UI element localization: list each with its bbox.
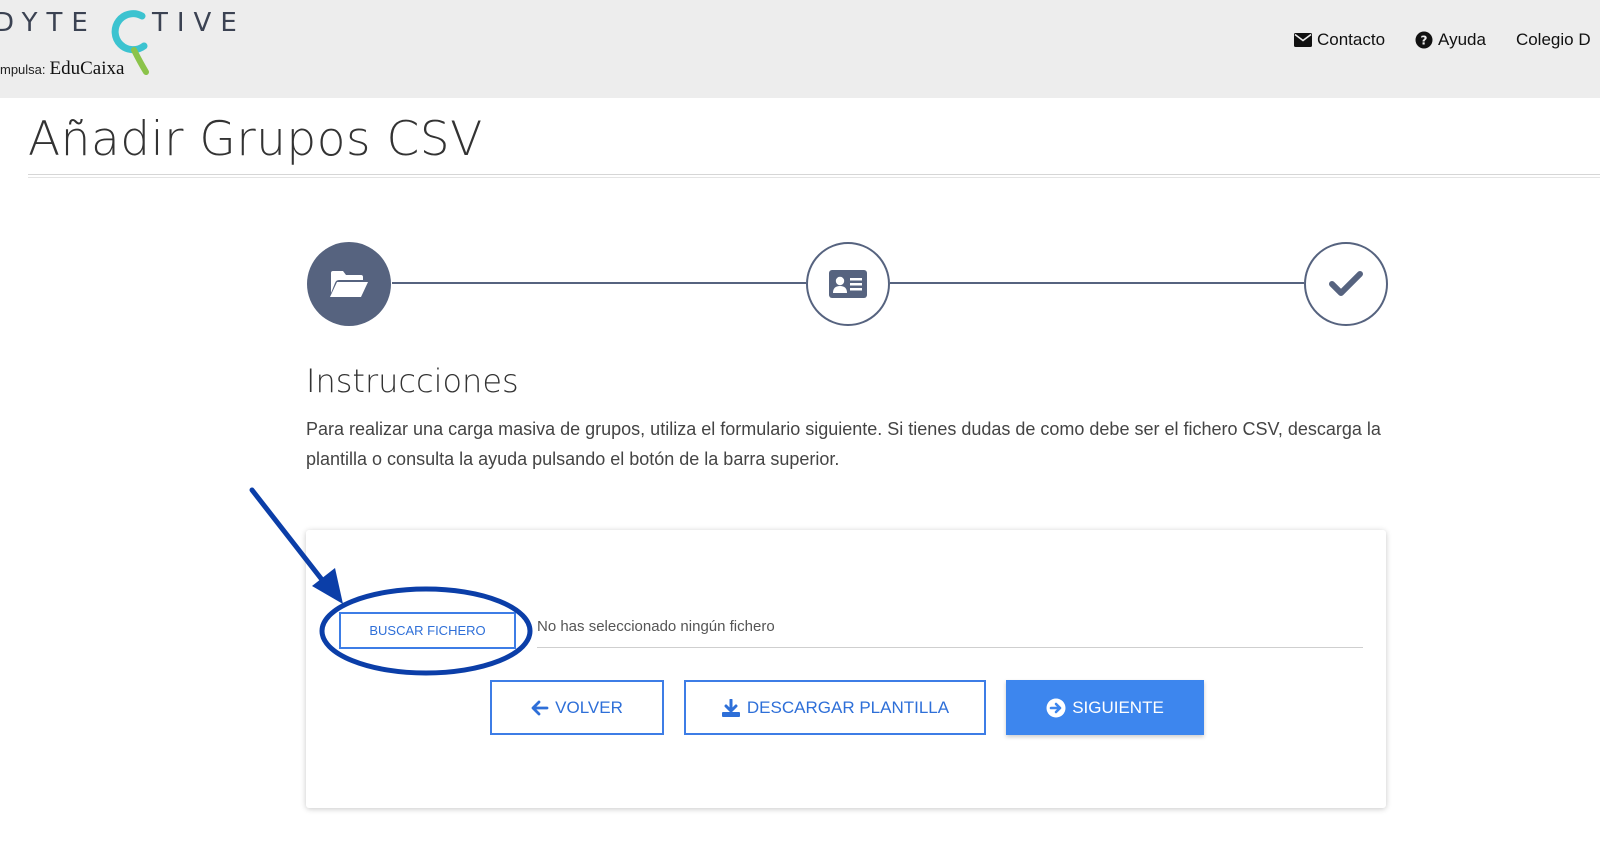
download-template-button[interactable]: DESCARGAR PLANTILLA [684, 680, 986, 735]
top-nav: Contacto ? Ayuda Colegio D [1294, 30, 1600, 50]
question-circle-icon: ? [1415, 31, 1433, 49]
id-card-icon [829, 270, 867, 298]
arrow-left-icon [531, 700, 549, 715]
nav-colegio[interactable]: Colegio D [1516, 30, 1591, 50]
instructions-title: Instrucciones [306, 362, 519, 400]
nav-ayuda[interactable]: ? Ayuda [1415, 30, 1486, 50]
stepper-line-2 [890, 282, 1304, 284]
title-divider [28, 174, 1600, 178]
svg-text:?: ? [1421, 34, 1428, 48]
logo-sponsor-brand: EduCaixa [49, 58, 125, 79]
upload-card [306, 530, 1386, 808]
nav-contacto[interactable]: Contacto [1294, 30, 1385, 50]
nav-colegio-label: Colegio D [1515, 30, 1591, 49]
download-icon [721, 698, 740, 717]
folder-open-icon [330, 271, 368, 297]
envelope-icon [1294, 33, 1312, 47]
page-title: Añadir Grupos CSV [28, 112, 483, 167]
nav-contacto-label: Contacto [1317, 30, 1386, 49]
logo-text-left: DYTE [0, 8, 97, 38]
back-button[interactable]: VOLVER [490, 680, 664, 735]
instructions-text: Para realizar una carga masiva de grupos… [306, 419, 1381, 469]
browse-file-button[interactable]: BUSCAR FICHERO [339, 612, 516, 649]
step-2-review[interactable] [806, 242, 890, 326]
next-button-label: SIGUIENTE [1072, 697, 1164, 717]
next-button[interactable]: SIGUIENTE [1006, 680, 1204, 735]
nav-ayuda-label: Ayuda [1438, 30, 1486, 49]
step-1-select-file[interactable] [307, 242, 391, 326]
file-status-field: No has seleccionado ningún fichero [537, 606, 1363, 648]
top-header: DYTE TIVE mpulsa: EduCaixa Contacto ? Ayu… [0, 0, 1600, 98]
arrow-circle-right-icon [1046, 698, 1066, 717]
check-icon [1329, 271, 1363, 296]
back-button-label: VOLVER [555, 697, 623, 717]
logo-text-right: TIVE [152, 8, 246, 38]
logo-sponsor-prefix: mpulsa: [0, 62, 46, 77]
step-3-confirm[interactable] [1304, 242, 1388, 326]
stepper-line-1 [392, 282, 806, 284]
logo-sponsor: mpulsa: EduCaixa [0, 58, 124, 80]
download-template-button-label: DESCARGAR PLANTILLA [746, 697, 950, 717]
